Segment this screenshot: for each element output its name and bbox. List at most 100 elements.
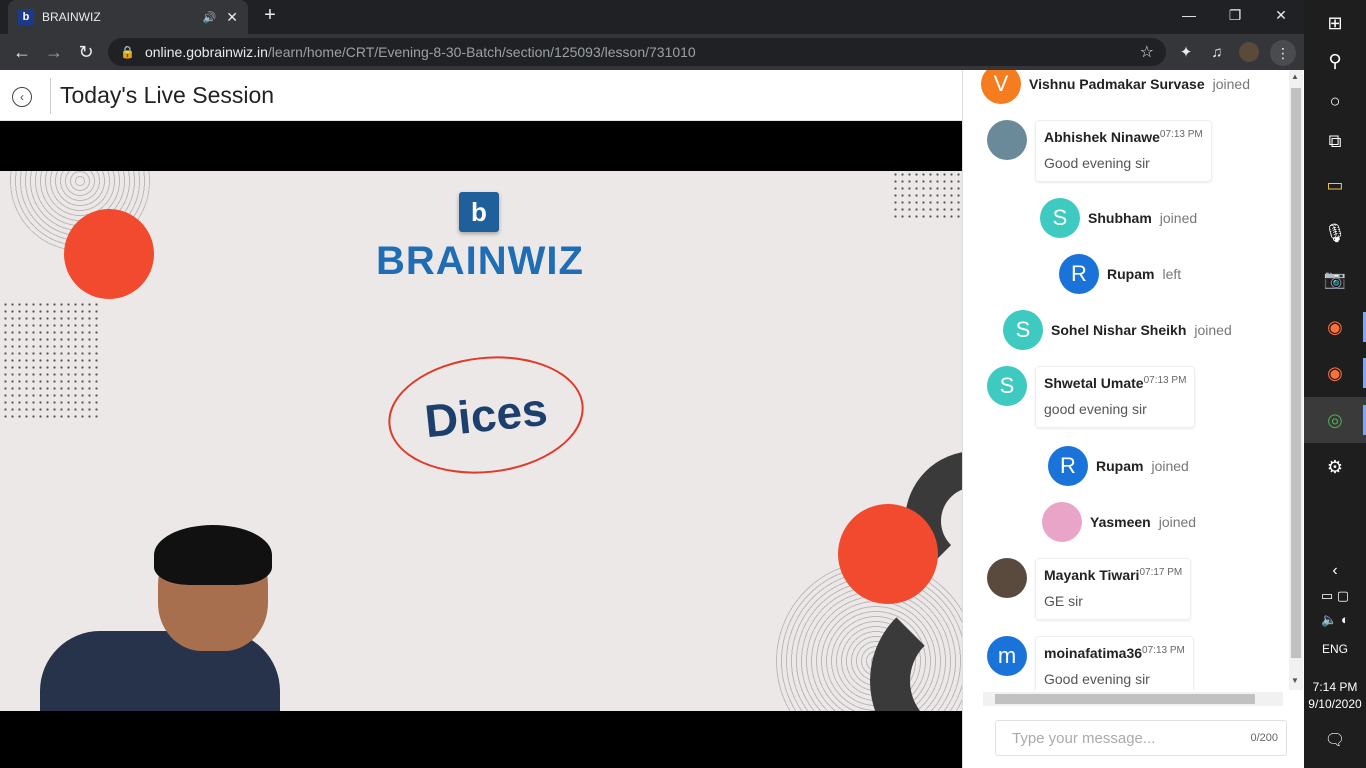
reload-icon[interactable]: ↻ [74, 40, 98, 64]
user-avatar: V [981, 70, 1021, 104]
audio-playing-icon[interactable]: 🔊 [203, 11, 217, 24]
message-user-name: Abhishek Ninawe [1044, 129, 1160, 145]
clock-time[interactable]: 7:14 PM [1304, 680, 1366, 694]
user-avatar: S [1040, 198, 1080, 238]
lock-icon[interactable]: 🔒 [120, 45, 135, 59]
user-avatar [987, 120, 1027, 160]
message-time: 07:17 PM [1139, 567, 1183, 578]
chrome-icon[interactable]: ◎ [1304, 397, 1366, 443]
restore-button[interactable]: ❐ [1212, 0, 1258, 30]
tab-strip: b BRAINWIZ 🔊 ✕ + — ❐ ✕ [0, 0, 1304, 34]
firefox-icon[interactable]: ◉ [1304, 304, 1366, 350]
live-video[interactable]: b BRAINWIZ Dices [0, 121, 962, 768]
message-input[interactable] [1012, 729, 1242, 747]
close-window-button[interactable]: ✕ [1258, 0, 1304, 30]
user-avatar: m [987, 636, 1027, 676]
presenter-video [40, 525, 280, 711]
chat-horizontal-scrollbar[interactable] [983, 692, 1283, 706]
message-bubble: Abhishek Ninawe07:13 PM Good evening sir [1035, 120, 1212, 182]
firefox-icon[interactable]: ◉ [1304, 350, 1366, 396]
message-time: 07:13 PM [1143, 375, 1187, 386]
decor-red-circle [64, 209, 154, 299]
decor-dots [892, 171, 962, 221]
message-user-name: Shwetal Umate [1044, 375, 1144, 391]
chat-event: R Rupam left [1059, 254, 1181, 294]
chat-event: Yasmeen joined [1042, 502, 1196, 542]
camera-app-icon[interactable]: 📷 [1304, 256, 1366, 302]
event-user-name: Yasmeen [1090, 514, 1151, 530]
forward-arrow-icon[interactable]: → [42, 40, 66, 64]
chat-event: S Shubham joined [1040, 198, 1197, 238]
tab-title: BRAINWIZ [42, 10, 101, 24]
task-view-icon[interactable]: ⧉ [1304, 118, 1366, 164]
back-arrow-icon[interactable]: ← [10, 40, 34, 64]
chat-message: Abhishek Ninawe07:13 PM Good evening sir [987, 120, 1212, 182]
decor-red-circle [838, 504, 938, 604]
chat-panel: V Vishnu Padmakar Survase joined Abhishe… [962, 70, 1304, 768]
show-hidden-icons-chevron-icon[interactable]: ‹ [1304, 562, 1366, 580]
chrome-menu-icon[interactable]: ⋮ [1270, 40, 1296, 66]
message-user-name: Mayank Tiwari [1044, 567, 1140, 583]
event-verb: joined [1159, 210, 1198, 226]
settings-gear-icon[interactable]: ⚙ [1304, 444, 1366, 490]
chat-vertical-scrollbar[interactable]: ▲ ▼ [1289, 70, 1303, 690]
profile-avatar[interactable] [1239, 42, 1259, 62]
minimize-button[interactable]: — [1166, 0, 1212, 30]
url-path: /learn/home/CRT/Evening-8-30-Batch/secti… [267, 44, 696, 60]
close-tab-icon[interactable]: ✕ [226, 9, 238, 26]
extensions-icon[interactable]: ✦ [1176, 42, 1196, 62]
chat-event: S Sohel Nishar Sheikh joined [1003, 310, 1232, 350]
user-avatar: S [1003, 310, 1043, 350]
back-circle-icon[interactable]: ‹ [12, 87, 32, 107]
user-avatar: R [1059, 254, 1099, 294]
chat-list[interactable]: V Vishnu Padmakar Survase joined Abhishe… [963, 70, 1289, 690]
url-host: online.gobrainwiz.in [144, 44, 268, 60]
header-divider [50, 78, 51, 114]
scroll-up-icon[interactable]: ▲ [1291, 72, 1299, 81]
file-explorer-icon[interactable]: ▭ [1304, 162, 1366, 208]
notifications-icon[interactable]: 🗨 [1304, 730, 1366, 750]
event-verb: joined [1194, 322, 1232, 338]
message-bubble: Shwetal Umate07:13 PM good evening sir [1035, 366, 1196, 428]
user-avatar [987, 558, 1027, 598]
page-title: Today's Live Session [60, 82, 275, 108]
bookmark-star-icon[interactable]: ☆ [1140, 42, 1154, 62]
presentation-slide: b BRAINWIZ Dices [0, 171, 962, 711]
clock-date[interactable]: 9/10/2020 [1304, 697, 1366, 711]
char-counter: 0/200 [1250, 732, 1278, 744]
browser-tab[interactable]: b BRAINWIZ 🔊 ✕ [8, 0, 248, 34]
event-user-name: Rupam [1096, 458, 1144, 474]
new-tab-button[interactable]: + [258, 4, 282, 27]
chat-event: V Vishnu Padmakar Survase joined [981, 70, 1250, 104]
volume-icon[interactable]: 🔈 ◐ [1304, 612, 1366, 628]
scroll-down-icon[interactable]: ▼ [1291, 676, 1299, 685]
message-text: GE sir [1044, 593, 1083, 609]
event-user-name: Vishnu Padmakar Survase [1029, 76, 1205, 92]
event-user-name: Rupam [1107, 266, 1155, 282]
media-control-icon[interactable]: ♫ [1207, 42, 1227, 62]
message-bubble: moinafatima3607:13 PM Good evening sir [1035, 636, 1194, 690]
event-verb: left [1162, 266, 1182, 282]
page-header: ‹ Today's Live Session [0, 70, 962, 121]
message-bubble: Mayank Tiwari07:17 PM GE sir [1035, 558, 1192, 620]
browser-window: b BRAINWIZ 🔊 ✕ + — ❐ ✕ ← → ↻ 🔒 online.go… [0, 0, 1304, 768]
user-avatar: S [987, 366, 1027, 406]
brainwiz-logo-icon: b [459, 192, 499, 232]
tab-favicon-icon: b [18, 9, 34, 25]
network-battery-icon[interactable]: ▭ ▢ [1304, 588, 1366, 604]
event-user-name: Shubham [1088, 210, 1152, 226]
chat-message: m moinafatima3607:13 PM Good evening sir [987, 636, 1194, 690]
scrollbar-thumb[interactable] [1291, 88, 1301, 658]
user-avatar [1042, 502, 1082, 542]
scrollbar-thumb[interactable] [995, 694, 1255, 704]
event-user-name: Sohel Nishar Sheikh [1051, 322, 1187, 338]
chat-message: Mayank Tiwari07:17 PM GE sir [987, 558, 1192, 620]
message-text: good evening sir [1044, 401, 1147, 417]
decor-dots [2, 301, 98, 421]
address-bar[interactable]: 🔒 online.gobrainwiz.in /learn/home/CRT/E… [108, 38, 1166, 66]
browser-toolbar: ← → ↻ 🔒 online.gobrainwiz.in /learn/home… [0, 34, 1304, 70]
language-indicator[interactable]: ENG [1304, 642, 1366, 656]
microphone-app-icon[interactable]: 🎙 [1304, 210, 1366, 256]
message-text: Good evening sir [1044, 155, 1150, 171]
user-avatar: R [1048, 446, 1088, 486]
